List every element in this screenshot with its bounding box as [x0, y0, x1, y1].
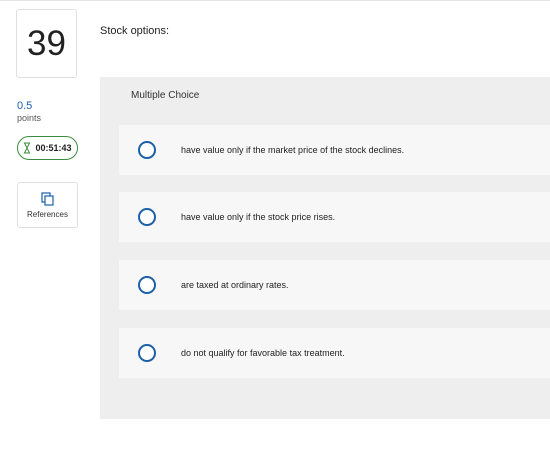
- choice-option[interactable]: do not qualify for favorable tax treatme…: [119, 328, 550, 378]
- hourglass-icon: [23, 142, 31, 154]
- top-divider: [0, 0, 550, 1]
- references-label: References: [27, 209, 68, 219]
- choice-option[interactable]: are taxed at ordinary rates.: [119, 260, 550, 310]
- choice-label: have value only if the market price of t…: [181, 145, 405, 155]
- question-text: Stock options:: [100, 25, 170, 37]
- answer-panel: Multiple Choice have value only if the m…: [100, 77, 550, 419]
- timer-badge[interactable]: 00:51:43: [17, 136, 78, 160]
- question-number: 39: [16, 9, 77, 78]
- radio-button[interactable]: [138, 141, 156, 159]
- choice-option[interactable]: have value only if the stock price rises…: [119, 192, 550, 242]
- choice-label: do not qualify for favorable tax treatme…: [181, 348, 345, 358]
- choice-option[interactable]: have value only if the market price of t…: [119, 125, 550, 175]
- timer-text: 00:51:43: [35, 143, 72, 153]
- radio-button[interactable]: [138, 208, 156, 226]
- radio-button[interactable]: [138, 344, 156, 362]
- references-button[interactable]: References: [17, 182, 78, 228]
- copy-icon: [41, 191, 54, 210]
- panel-title: Multiple Choice: [131, 90, 200, 101]
- radio-button[interactable]: [138, 276, 156, 294]
- choice-label: are taxed at ordinary rates.: [181, 280, 289, 290]
- points-value: 0.5: [17, 100, 33, 112]
- choice-label: have value only if the stock price rises…: [181, 212, 336, 222]
- points-label: points: [17, 113, 42, 123]
